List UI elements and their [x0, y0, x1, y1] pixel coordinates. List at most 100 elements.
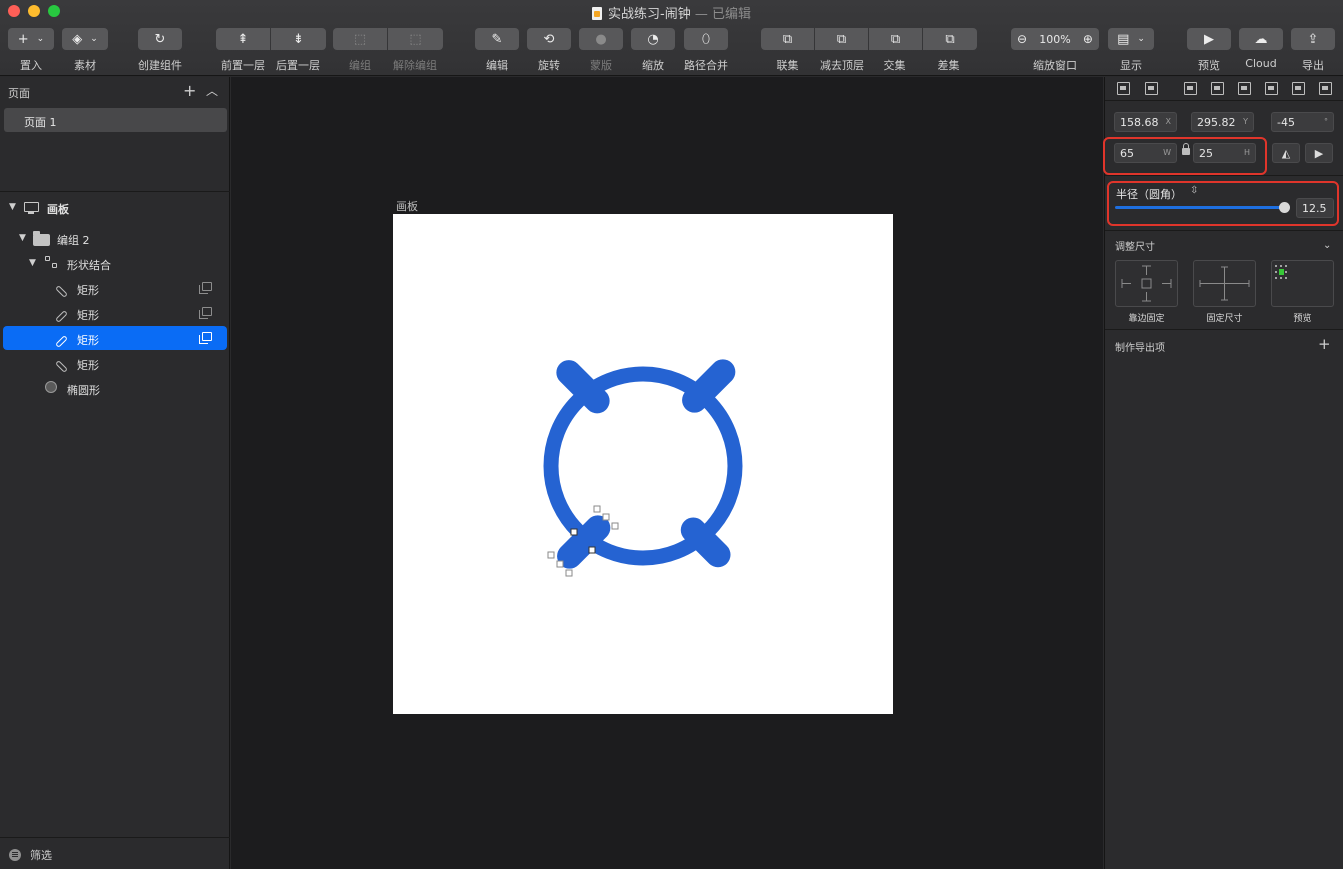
filter-icon[interactable]: [9, 849, 21, 861]
subtract-button[interactable]: ⧉: [815, 28, 868, 50]
preview-button[interactable]: ▶: [1187, 28, 1231, 50]
radius-slider-knob[interactable]: [1279, 202, 1290, 213]
layer-group[interactable]: ▼ 编组 2: [0, 226, 230, 250]
resize-handle[interactable]: [547, 551, 555, 559]
mask-button[interactable]: ●: [579, 28, 623, 50]
lock-icon[interactable]: [1182, 143, 1190, 155]
insert-button[interactable]: + ⌄: [8, 28, 54, 50]
canvas[interactable]: 画板: [231, 77, 1103, 869]
cloud-button[interactable]: ☁: [1239, 28, 1283, 50]
zoom-out-button[interactable]: ⊖: [1017, 33, 1027, 45]
radius-slider-track[interactable]: [1115, 206, 1285, 209]
distribute-horizontal-icon[interactable]: [1117, 82, 1130, 95]
backward-button[interactable]: ⇟: [271, 28, 326, 50]
flatten-icon: ⬯: [701, 31, 711, 47]
disclosure-triangle-icon[interactable]: ▼: [9, 202, 16, 212]
height-field[interactable]: 25 H: [1193, 143, 1256, 163]
intersect-button[interactable]: ⧉: [869, 28, 922, 50]
align-left-icon[interactable]: [1184, 82, 1197, 95]
resize-handle[interactable]: [602, 513, 610, 521]
filter-bar: 筛选: [0, 837, 230, 869]
chevron-down-icon[interactable]: ⌄: [1323, 240, 1331, 251]
align-bottom-icon[interactable]: [1319, 82, 1332, 95]
insert-label: 置入: [20, 59, 42, 72]
fix-size-icon: [1199, 266, 1250, 301]
artboard-title[interactable]: 画板: [396, 198, 418, 214]
create-symbol-button[interactable]: ↻: [138, 28, 182, 50]
layer-label: 编组 2: [57, 234, 90, 247]
filter-label[interactable]: 筛选: [30, 847, 52, 863]
align-right-icon[interactable]: [1238, 82, 1251, 95]
assets-label: 素材: [74, 59, 96, 72]
resize-handle[interactable]: [570, 528, 578, 536]
boolean-mode-icon[interactable]: [199, 307, 212, 319]
layer-rect-2[interactable]: 矩形: [0, 301, 230, 325]
y-unit: Y: [1243, 117, 1248, 126]
backward-label: 后置一层: [276, 59, 320, 72]
app-window: 实战练习-闹钟 — 已编辑 + ⌄ 置入 ◈ ⌄ 素材 ↻ 创建组件 ⇞ ⇟ 前…: [0, 0, 1343, 869]
boolean-mode-icon[interactable]: [199, 332, 212, 344]
layer-artboard[interactable]: ▼ 画板: [0, 195, 230, 219]
y-field[interactable]: 295.82 Y: [1191, 112, 1254, 132]
width-field[interactable]: 65 W: [1114, 143, 1177, 163]
resize-handle[interactable]: [588, 546, 596, 554]
resize-handle[interactable]: [556, 560, 564, 568]
align-middle-icon[interactable]: [1292, 82, 1305, 95]
export-button[interactable]: ⇪: [1291, 28, 1335, 50]
collapse-pages-icon[interactable]: ︿: [206, 82, 218, 99]
group-button[interactable]: ⬚: [333, 28, 387, 50]
layer-oval[interactable]: 椭圆形: [0, 376, 230, 400]
cloud-icon: ☁: [1254, 31, 1268, 47]
union-button[interactable]: ⧉: [761, 28, 814, 50]
add-page-icon[interactable]: +: [183, 81, 196, 100]
layer-rect-3[interactable]: 矩形: [0, 326, 230, 350]
radius-field[interactable]: 12.5: [1296, 198, 1334, 218]
view-icon: ▤: [1117, 31, 1130, 47]
resize-handle[interactable]: [593, 505, 601, 513]
alignment-toolbar: [1105, 77, 1343, 101]
x-field[interactable]: 158.68 X: [1114, 112, 1177, 132]
layer-rect-4[interactable]: 矩形: [0, 351, 230, 375]
send-backward-icon: ⇟: [293, 31, 304, 47]
artboard[interactable]: [393, 214, 893, 714]
rotate-button[interactable]: ⟲: [527, 28, 571, 50]
group-controls: ⬚ ⬚: [333, 28, 443, 50]
zoom-in-button[interactable]: ⊕: [1083, 33, 1093, 45]
height-value: 25: [1199, 147, 1213, 160]
preview-label: 预览: [1293, 314, 1312, 324]
fix-size-option[interactable]: [1193, 260, 1256, 307]
distribute-vertical-icon[interactable]: [1145, 82, 1158, 95]
resize-handle[interactable]: [611, 522, 619, 530]
edit-button[interactable]: ✎: [475, 28, 519, 50]
fix-size-label: 固定尺寸: [1206, 314, 1243, 324]
align-center-icon[interactable]: [1211, 82, 1224, 95]
page-item-1[interactable]: 页面 1: [4, 108, 227, 132]
difference-icon: ⧉: [945, 31, 955, 47]
flatten-button[interactable]: ⬯: [684, 28, 728, 50]
pin-to-edge-option[interactable]: [1115, 260, 1178, 307]
rotation-field[interactable]: -45 °: [1271, 112, 1334, 132]
layer-combined-shape[interactable]: ▼ 形状结合: [0, 251, 230, 275]
pin-to-edge-label: 靠边固定: [1128, 314, 1165, 324]
radius-title: 半径（圆角）: [1116, 188, 1182, 201]
disclosure-triangle-icon[interactable]: ▼: [19, 233, 26, 243]
ungroup-button[interactable]: ⬚: [388, 28, 443, 50]
flip-horizontal-button[interactable]: ◭: [1272, 143, 1300, 163]
document-name: 实战练习-闹钟: [608, 7, 691, 22]
alarm-clock-shape[interactable]: [393, 214, 893, 714]
disclosure-triangle-icon[interactable]: ▼: [29, 258, 36, 268]
forward-button[interactable]: ⇞: [216, 28, 270, 50]
boolean-mode-icon[interactable]: [199, 282, 212, 294]
add-export-icon[interactable]: +: [1318, 335, 1331, 353]
chevron-down-icon: ⌄: [36, 33, 45, 44]
scale-button[interactable]: ◔: [631, 28, 675, 50]
assets-button[interactable]: ◈ ⌄: [62, 28, 108, 50]
radius-stepper-icon[interactable]: ⇳: [1190, 185, 1198, 196]
x-value: 158.68: [1120, 116, 1159, 129]
layer-rect-1[interactable]: 矩形: [0, 276, 230, 300]
align-top-icon[interactable]: [1265, 82, 1278, 95]
view-button[interactable]: ▤ ⌄: [1108, 28, 1154, 50]
difference-button[interactable]: ⧉: [923, 28, 977, 50]
resize-handle[interactable]: [565, 569, 573, 577]
flip-vertical-button[interactable]: ▶: [1305, 143, 1333, 163]
